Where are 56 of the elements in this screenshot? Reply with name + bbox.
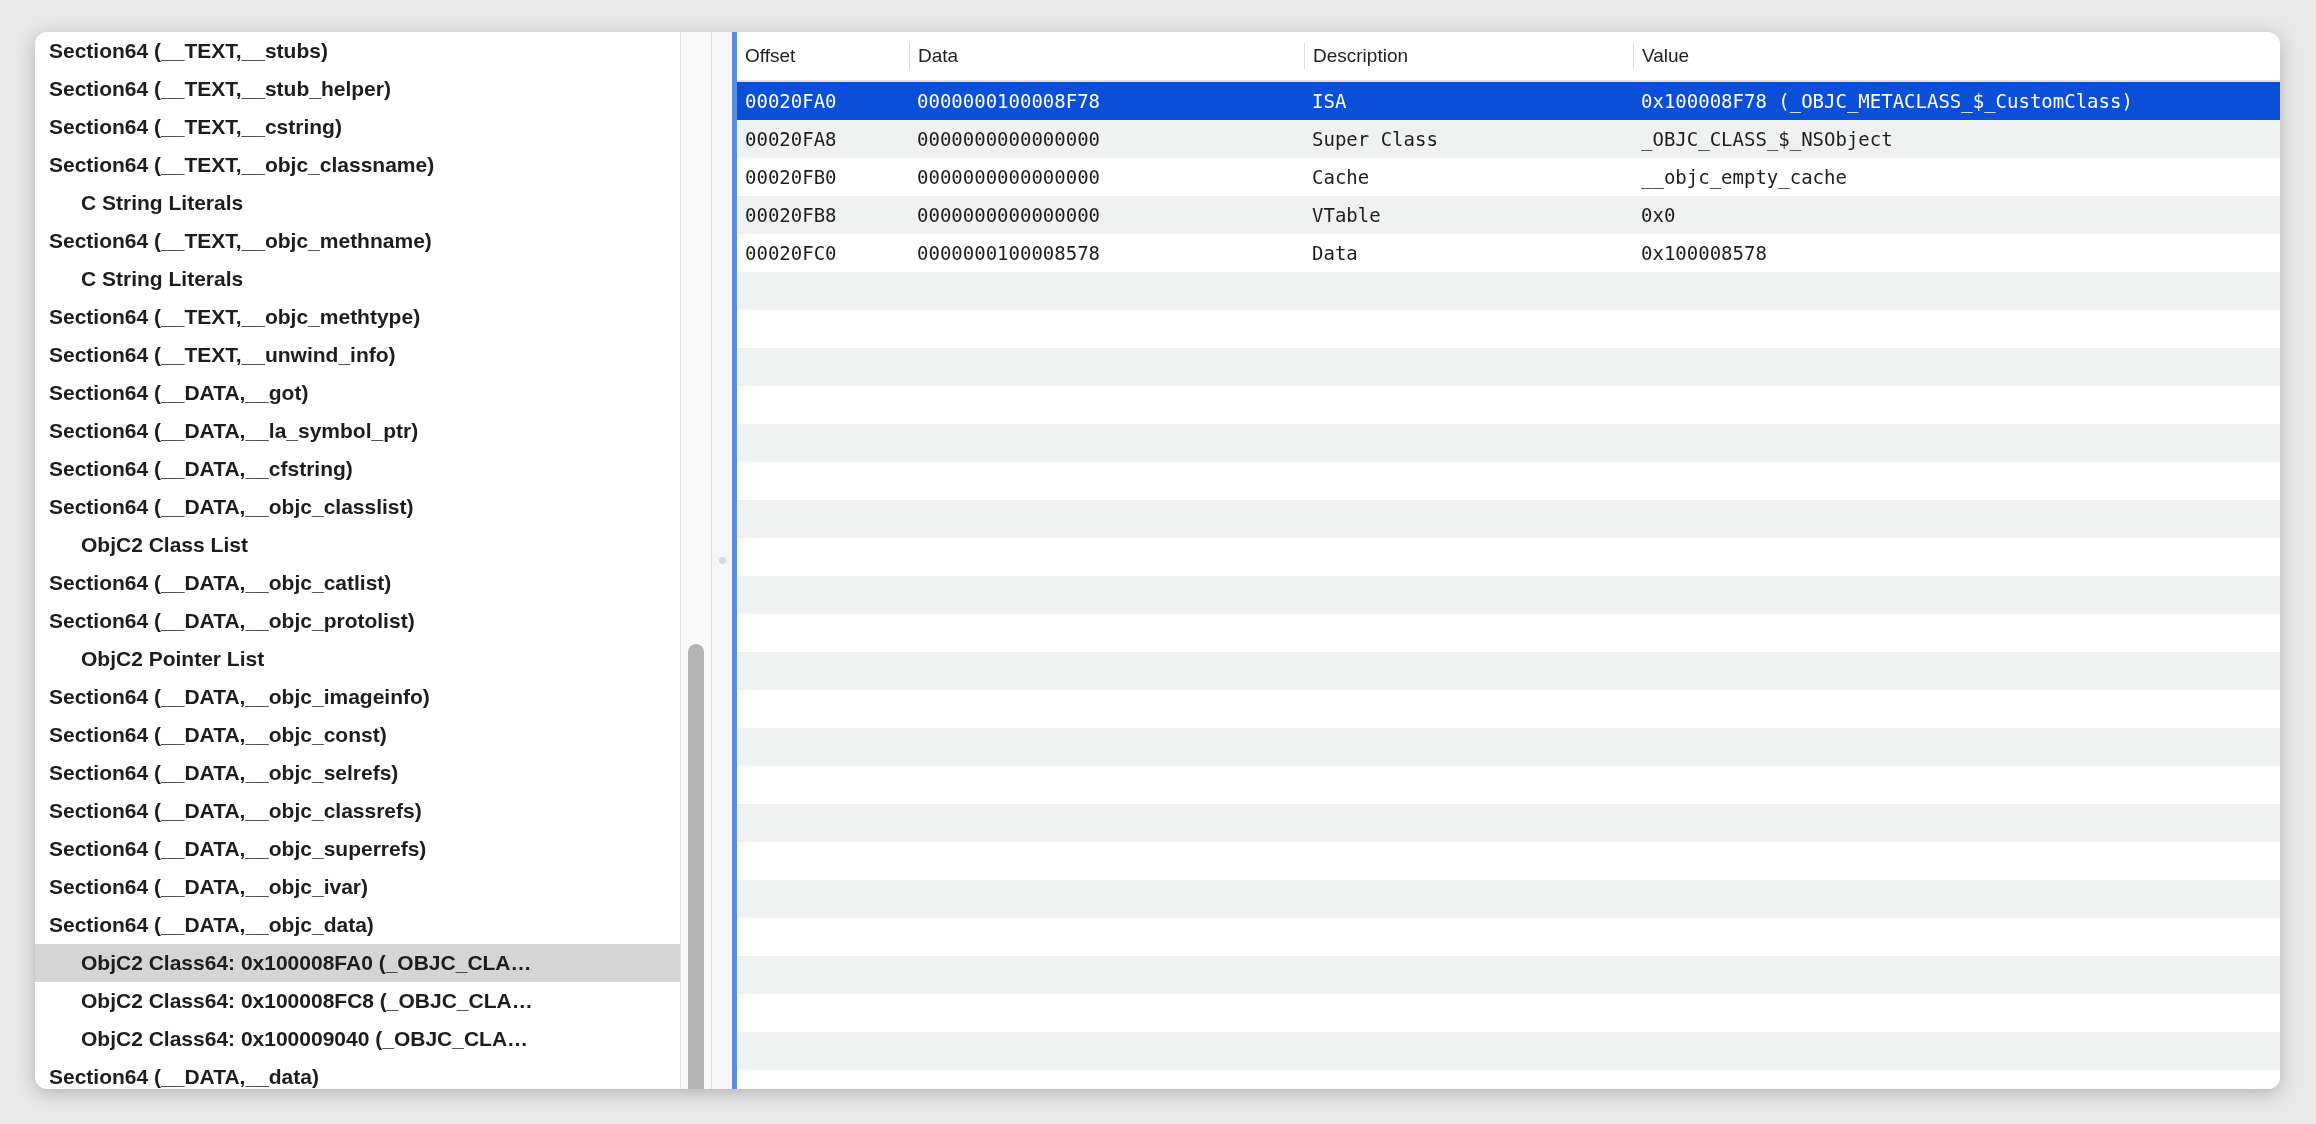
table-cell-text: __objc_empty_cache	[1640, 166, 1848, 188]
tree-item[interactable]: Section64 (__DATA,__objc_data)	[35, 906, 680, 944]
tree-item[interactable]: ObjC2 Class List	[35, 526, 680, 564]
tree-item[interactable]: Section64 (__DATA,__objc_ivar)	[35, 868, 680, 906]
tree-item[interactable]: Section64 (__DATA,__objc_selrefs)	[35, 754, 680, 792]
table-cell-text: 00020FA8	[744, 128, 838, 150]
table-cell-text: 00020FB8	[744, 204, 838, 226]
column-header[interactable]: Description	[1304, 43, 1633, 69]
tree-item[interactable]: ObjC2 Pointer List	[35, 640, 680, 678]
table-row[interactable]: 00020FB8 0000000000000000 VTable 0x0	[737, 196, 2280, 234]
column-header[interactable]: Offset	[737, 43, 909, 69]
table-cell-text: Cache	[1311, 166, 1371, 188]
table-cell-text: Super Class	[1311, 128, 1439, 150]
tree-item[interactable]: ObjC2 Class64: 0x100009040 (_OBJC_CLA…	[35, 1020, 680, 1058]
table-row[interactable]: 00020FA0 0000000100008F78 ISA 0x100008F78 (_OBJC_METACLASS_$_CustomClass)	[737, 82, 2280, 120]
table-cell-text: 0000000100008578	[916, 242, 1102, 264]
table-cell-text: 00020FB0	[744, 166, 838, 188]
table-cell-text: 0000000000000000	[916, 128, 1102, 150]
tree-item[interactable]: Section64 (__DATA,__objc_imageinfo)	[35, 678, 680, 716]
table-cell-text: 0000000100008F78	[916, 90, 1102, 112]
tree-item[interactable]: Section64 (__TEXT,__objc_methtype)	[35, 298, 680, 336]
tree-item[interactable]: Section64 (__DATA,__objc_superrefs)	[35, 830, 680, 868]
table-cell-text: _OBJC_CLASS_$_NSObject	[1640, 128, 1894, 150]
table-cell-text: 00020FA0	[744, 90, 838, 112]
table-cell-text: ISA	[1311, 90, 1348, 112]
tree-item[interactable]: ObjC2 Class64: 0x100008FC8 (_OBJC_CLA…	[35, 982, 680, 1020]
tree-item[interactable]: Section64 (__TEXT,__objc_classname)	[35, 146, 680, 184]
table-cell-text: 00020FC0	[744, 242, 838, 264]
table-cell-text: 0x100008F78 (_OBJC_METACLASS_$_CustomClass)	[1640, 90, 2134, 112]
tree-item[interactable]: Section64 (__DATA,__objc_classlist)	[35, 488, 680, 526]
table-row[interactable]: 00020FA8 0000000000000000 Super Class _OBJC_CLASS_$_NSObject	[737, 120, 2280, 158]
tree-item[interactable]: Section64 (__DATA,__objc_protolist)	[35, 602, 680, 640]
tree-item[interactable]: Section64 (__TEXT,__objc_methname)	[35, 222, 680, 260]
tree-item[interactable]: Section64 (__DATA,__got)	[35, 374, 680, 412]
tree-item[interactable]: C String Literals	[35, 184, 680, 222]
column-header[interactable]: Value	[1633, 43, 2280, 69]
table-cell-text: 0000000000000000	[916, 204, 1102, 226]
table-cell-text: Data	[1311, 242, 1359, 264]
tree-item[interactable]: Section64 (__TEXT,__stub_helper)	[35, 70, 680, 108]
tree-item[interactable]: Section64 (__DATA,__cfstring)	[35, 450, 680, 488]
table-cell-text: 0x100008578	[1640, 242, 1768, 264]
tree-item[interactable]: Section64 (__DATA,__la_symbol_ptr)	[35, 412, 680, 450]
column-header[interactable]: Data	[909, 43, 1304, 69]
tree-item[interactable]: Section64 (__DATA,__data)	[35, 1058, 680, 1089]
tree-item[interactable]: Section64 (__TEXT,__unwind_info)	[35, 336, 680, 374]
tree-item[interactable]: Section64 (__DATA,__objc_const)	[35, 716, 680, 754]
table-cell-text: VTable	[1311, 204, 1382, 226]
tree-item[interactable]: Section64 (__TEXT,__cstring)	[35, 108, 680, 146]
table-cell-text: 0x0	[1640, 204, 1677, 226]
tree-item[interactable]: C String Literals	[35, 260, 680, 298]
tree-item[interactable]: Section64 (__TEXT,__stubs)	[35, 32, 680, 70]
scrollbar[interactable]	[680, 32, 711, 1089]
tree-item[interactable]: Section64 (__DATA,__objc_classrefs)	[35, 792, 680, 830]
table-cell-text: 0000000000000000	[916, 166, 1102, 188]
tree-item[interactable]: Section64 (__DATA,__objc_catlist)	[35, 564, 680, 602]
tree-item[interactable]: ObjC2 Class64: 0x100008FA0 (_OBJC_CLA…	[35, 944, 680, 982]
